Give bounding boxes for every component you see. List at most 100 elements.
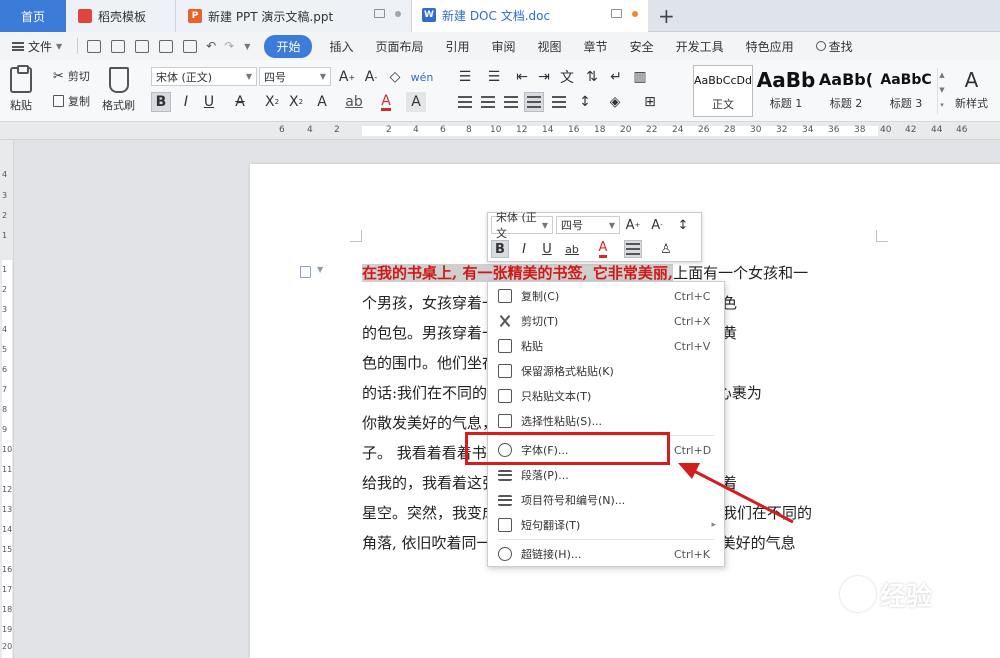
strikethrough-button[interactable]: A <box>230 92 250 112</box>
menu-start[interactable]: 开始 <box>264 34 313 58</box>
bullet-list-icon[interactable]: ☰ <box>455 67 475 87</box>
numbered-list-icon[interactable]: ☰ <box>484 67 504 87</box>
menu-developer[interactable]: 开发工具 <box>665 38 735 55</box>
ctx-hyperlink[interactable]: 超链接(H)... Ctrl+K <box>488 542 724 566</box>
menu-features[interactable]: 特色应用 <box>735 38 805 55</box>
style-heading-1[interactable]: AaBb 标题 1 <box>756 65 816 117</box>
ctx-paste-text-only[interactable]: 只粘贴文本(T) <box>488 384 724 408</box>
superscript-button[interactable]: X2 <box>262 92 282 112</box>
font-name-select[interactable]: 宋体 (正文) ▼ <box>151 67 257 86</box>
ctx-paste-special[interactable]: 选择性粘贴(S)... <box>488 409 724 433</box>
show-marks-icon[interactable]: ↵ <box>606 67 626 87</box>
text-effect-button[interactable]: A <box>312 92 332 112</box>
menu-insert[interactable]: 插入 <box>318 38 364 55</box>
tab-ppt[interactable]: P 新建 PPT 演示文稿.ppt <box>176 0 412 32</box>
cut-button[interactable]: ✂ 剪切 <box>53 68 90 84</box>
styles-scroll[interactable]: ▲ ▼ ▾ <box>937 68 946 114</box>
border-icon[interactable]: ⊞ <box>640 92 660 112</box>
justify-button[interactable] <box>524 92 544 112</box>
mini-bold-button[interactable]: B <box>491 240 509 258</box>
mini-format-painter-icon[interactable]: ♙ <box>657 240 675 258</box>
menu-section[interactable]: 章节 <box>573 38 619 55</box>
export-icon[interactable] <box>135 39 150 53</box>
clear-format-icon[interactable]: ◇ <box>385 67 405 87</box>
mini-highlight-button[interactable]: ab <box>563 240 581 258</box>
preview-icon[interactable] <box>183 39 198 53</box>
subscript-button[interactable]: X2 <box>286 92 306 112</box>
ruler-tick: 32 <box>776 125 788 135</box>
sort-icon[interactable]: ⇅ <box>582 67 602 87</box>
redo-icon[interactable]: ↷ <box>224 39 234 53</box>
horizontal-ruler[interactable]: 6 4 2 2 4 6 8 10 12 14 16 18 20 22 24 26… <box>0 122 1000 140</box>
ctx-translate[interactable]: 短句翻译(T) ▸ <box>488 513 724 537</box>
paste-button[interactable]: 粘贴 <box>10 65 32 113</box>
style-normal[interactable]: AaBbCcDd 正文 <box>693 65 753 117</box>
screen-icon[interactable] <box>374 9 385 18</box>
selected-text[interactable]: 在我的书桌上, 有一张精美的书签, 它非常美丽, <box>362 264 674 282</box>
customize-icon[interactable]: ▼ <box>244 42 250 51</box>
open-folder-icon[interactable] <box>87 39 102 53</box>
shading-icon[interactable]: ◈ <box>605 92 625 112</box>
style-heading-2[interactable]: AaBb( 标题 2 <box>816 65 876 117</box>
format-painter-button[interactable]: 格式刷 <box>102 67 135 113</box>
align-center-button[interactable] <box>478 92 498 112</box>
mini-size-select[interactable]: 四号 ▼ <box>556 216 620 234</box>
columns-icon[interactable]: ▥ <box>630 67 650 87</box>
bold-button[interactable]: B <box>151 92 171 112</box>
vertical-ruler[interactable]: 4 3 2 1 1 2 3 4 5 6 7 8 9 10 11 12 13 14… <box>0 140 14 658</box>
underline-button[interactable]: U <box>199 92 219 112</box>
menu-security[interactable]: 安全 <box>619 38 665 55</box>
ctx-bullets-numbering[interactable]: 项目符号和编号(N)... <box>488 488 724 512</box>
mini-align-button[interactable] <box>624 240 642 258</box>
menu-references[interactable]: 引用 <box>435 38 481 55</box>
grow-font-button[interactable]: A + <box>337 67 357 87</box>
decrease-indent-icon[interactable]: ⇤ <box>512 67 532 87</box>
file-menu[interactable]: 文件 ▼ <box>0 38 73 55</box>
undo-icon[interactable]: ↶ <box>206 39 216 53</box>
copy-button[interactable]: 复制 <box>53 93 90 109</box>
tab-template[interactable]: 稻壳模板 <box>66 0 176 32</box>
new-style-button[interactable]: A 新样式 <box>955 67 988 111</box>
italic-button[interactable]: I <box>176 92 196 112</box>
menu-review[interactable]: 审阅 <box>481 38 527 55</box>
phonetic-icon[interactable]: wén <box>411 67 434 87</box>
save-icon[interactable] <box>111 39 126 53</box>
align-left-button[interactable] <box>455 92 475 112</box>
mini-shrink-font-button[interactable]: A- <box>648 216 666 234</box>
ctx-paste[interactable]: 粘贴 Ctrl+V <box>488 334 724 358</box>
ctx-copy[interactable]: 复制(C) Ctrl+C <box>488 284 724 308</box>
mini-underline-button[interactable]: U <box>538 240 556 258</box>
mini-italic-button[interactable]: I <box>515 240 533 258</box>
align-right-button[interactable] <box>501 92 521 112</box>
ctx-paragraph[interactable]: 段落(P)... <box>488 463 724 487</box>
vruler-tick: 3 <box>2 191 8 200</box>
style-heading-3[interactable]: AaBbC 标题 3 <box>876 65 936 117</box>
shrink-font-button[interactable]: A- <box>361 67 381 87</box>
new-tab-button[interactable]: + <box>658 4 675 28</box>
ctx-keep-source-paste[interactable]: 保留源格式粘贴(K) <box>488 359 724 383</box>
menu-page-layout[interactable]: 页面布局 <box>364 38 434 55</box>
font-size-select[interactable]: 四号 ▼ <box>259 67 331 86</box>
vruler-tick: 19 <box>2 625 13 634</box>
search-menu[interactable]: 查找 <box>805 38 864 55</box>
increase-indent-icon[interactable]: ⇥ <box>534 67 554 87</box>
screen-icon[interactable] <box>611 9 622 18</box>
mini-line-spacing-icon[interactable]: ↕ <box>674 216 692 234</box>
char-shading-button[interactable]: A <box>406 92 426 112</box>
font-color-button[interactable]: A <box>376 92 396 112</box>
style-normal-label: 正文 <box>712 98 734 111</box>
paragraph-marker-icon[interactable] <box>300 266 311 278</box>
print-icon[interactable] <box>159 39 174 53</box>
menu-view[interactable]: 视图 <box>527 38 573 55</box>
tab-doc[interactable]: W 新建 DOC 文档.doc <box>412 0 648 32</box>
highlight-button[interactable]: ab <box>344 92 364 112</box>
chinese-layout-icon[interactable]: 文 <box>557 67 577 87</box>
ctx-cut[interactable]: 剪切(T) Ctrl+X <box>488 309 724 333</box>
tab-home[interactable]: 首页 <box>0 0 66 32</box>
chevron-down-icon[interactable]: ▼ <box>317 265 323 274</box>
mini-font-select[interactable]: 宋体 (正文 ▼ <box>491 211 553 240</box>
mini-font-color-button[interactable]: A <box>594 240 612 258</box>
line-spacing-icon[interactable]: ↕ <box>575 92 595 112</box>
distributed-button[interactable] <box>549 92 569 112</box>
mini-grow-font-button[interactable]: A + <box>624 216 642 234</box>
